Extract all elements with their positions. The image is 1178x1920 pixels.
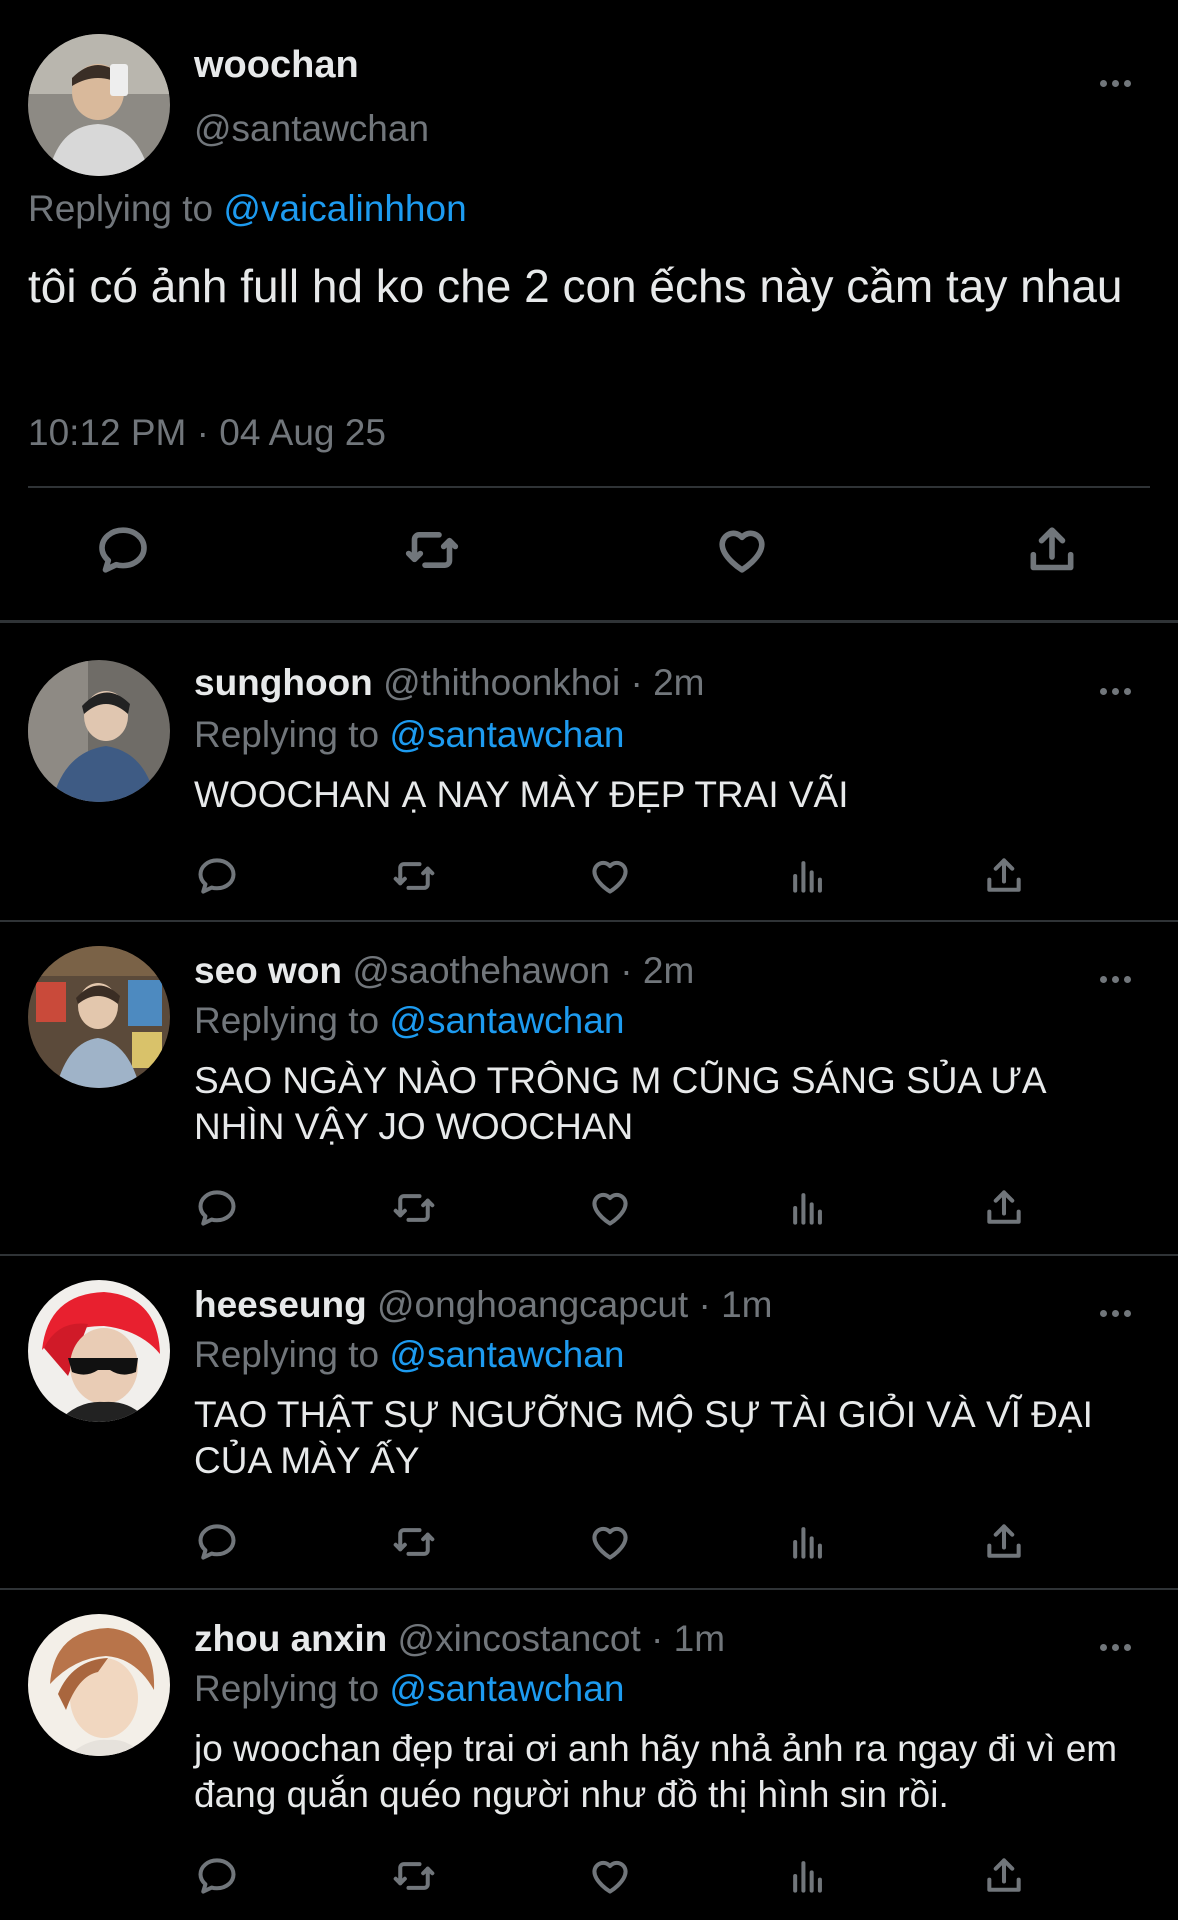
replying-prefix: Replying to bbox=[194, 714, 390, 755]
more-icon[interactable] bbox=[1100, 970, 1136, 988]
reply-tweet[interactable]: seo won @saothehawon · 2m Replying to @s… bbox=[0, 920, 1178, 1256]
like-icon[interactable] bbox=[588, 1520, 632, 1564]
like-icon[interactable] bbox=[714, 522, 770, 578]
retweet-icon[interactable] bbox=[392, 1186, 436, 1230]
views-icon[interactable] bbox=[786, 1186, 830, 1230]
author-handle[interactable]: @santawchan bbox=[194, 108, 429, 150]
reply-time: · 2m bbox=[630, 662, 705, 703]
replying-to: Replying to @santawchan bbox=[194, 1668, 624, 1710]
author-handle[interactable]: @saothehawon bbox=[352, 950, 610, 991]
like-icon[interactable] bbox=[588, 854, 632, 898]
author-handle[interactable]: @xincostancot bbox=[398, 1618, 641, 1659]
replying-to-link[interactable]: @vaicalinhhon bbox=[223, 188, 466, 229]
avatar[interactable] bbox=[28, 1614, 170, 1756]
reply-text: jo woochan đẹp trai ơi anh hãy nhả ảnh r… bbox=[194, 1728, 1118, 1815]
replying-to-link[interactable]: @santawchan bbox=[389, 1668, 624, 1709]
avatar[interactable] bbox=[28, 946, 170, 1088]
reply-tweet[interactable]: sunghoon @thithoonkhoi · 2m Replying to … bbox=[0, 620, 1178, 922]
replying-prefix: Replying to bbox=[194, 1000, 390, 1041]
tweet-timestamp: 10:12 PM · 04 Aug 25 bbox=[28, 412, 386, 453]
avatar[interactable] bbox=[28, 1280, 170, 1422]
reply-tweet[interactable]: heeseung @onghoangcapcut · 1m Replying t… bbox=[0, 1254, 1178, 1590]
reply-time: · 1m bbox=[698, 1284, 773, 1325]
share-icon[interactable] bbox=[982, 854, 1026, 898]
like-icon[interactable] bbox=[588, 1186, 632, 1230]
views-icon[interactable] bbox=[786, 854, 830, 898]
author-name[interactable]: sunghoon bbox=[194, 662, 373, 703]
share-icon[interactable] bbox=[982, 1520, 1026, 1564]
replying-to: Replying to @santawchan bbox=[194, 1000, 624, 1042]
share-icon[interactable] bbox=[982, 1186, 1026, 1230]
avatar[interactable] bbox=[28, 660, 170, 802]
share-icon[interactable] bbox=[1024, 522, 1080, 578]
author-name[interactable]: seo won bbox=[194, 950, 342, 991]
views-icon[interactable] bbox=[786, 1520, 830, 1564]
replying-to-link[interactable]: @santawchan bbox=[389, 714, 624, 755]
reply-icon[interactable] bbox=[195, 1854, 239, 1898]
reply-tweet[interactable]: zhou anxin @xincostancot · 1m Replying t… bbox=[0, 1588, 1178, 1920]
retweet-icon[interactable] bbox=[392, 854, 436, 898]
retweet-icon[interactable] bbox=[404, 522, 460, 578]
author-name[interactable]: woochan bbox=[194, 44, 359, 87]
reply-header: sunghoon @thithoonkhoi · 2m bbox=[194, 662, 704, 704]
reply-icon[interactable] bbox=[195, 1520, 239, 1564]
divider bbox=[28, 486, 1150, 488]
retweet-icon[interactable] bbox=[392, 1854, 436, 1898]
reply-header: heeseung @onghoangcapcut · 1m bbox=[194, 1284, 772, 1326]
reply-text: TAO THẬT SỰ NGƯỠNG MỘ SỰ TÀI GIỎI VÀ VĨ … bbox=[194, 1394, 1093, 1481]
replying-to-link[interactable]: @santawchan bbox=[389, 1000, 624, 1041]
replying-to: Replying to @santawchan bbox=[194, 1334, 624, 1376]
reply-text: WOOCHAN Ạ NAY MÀY ĐẸP TRAI VÃI bbox=[194, 774, 849, 815]
more-icon[interactable] bbox=[1100, 682, 1136, 700]
reply-icon[interactable] bbox=[195, 1186, 239, 1230]
replying-prefix: Replying to bbox=[194, 1668, 390, 1709]
replying-prefix: Replying to bbox=[28, 188, 224, 229]
replying-to: Replying to @vaicalinhhon bbox=[28, 188, 467, 230]
tweet-text: tôi có ảnh full hd ko che 2 con ếchs này… bbox=[28, 260, 1123, 312]
author-name[interactable]: zhou anxin bbox=[194, 1618, 387, 1659]
views-icon[interactable] bbox=[786, 1854, 830, 1898]
more-icon[interactable] bbox=[1100, 1304, 1136, 1322]
reply-icon[interactable] bbox=[95, 522, 151, 578]
share-icon[interactable] bbox=[982, 1854, 1026, 1898]
author-handle[interactable]: @thithoonkhoi bbox=[383, 662, 620, 703]
more-icon[interactable] bbox=[1100, 74, 1136, 92]
replying-to-link[interactable]: @santawchan bbox=[389, 1334, 624, 1375]
more-icon[interactable] bbox=[1100, 1638, 1136, 1656]
reply-header: zhou anxin @xincostancot · 1m bbox=[194, 1618, 725, 1660]
reply-time: · 1m bbox=[651, 1618, 726, 1659]
reply-time: · 2m bbox=[620, 950, 695, 991]
replying-to: Replying to @santawchan bbox=[194, 714, 624, 756]
reply-text: SAO NGÀY NÀO TRÔNG M CŨNG SÁNG SỦA ƯA NH… bbox=[194, 1060, 1045, 1147]
author-handle[interactable]: @onghoangcapcut bbox=[377, 1284, 688, 1325]
reply-header: seo won @saothehawon · 2m bbox=[194, 950, 694, 992]
like-icon[interactable] bbox=[588, 1854, 632, 1898]
reply-icon[interactable] bbox=[195, 854, 239, 898]
author-name[interactable]: heeseung bbox=[194, 1284, 367, 1325]
avatar[interactable] bbox=[28, 34, 170, 176]
main-tweet: woochan @santawchan Replying to @vaicali… bbox=[0, 0, 1178, 623]
retweet-icon[interactable] bbox=[392, 1520, 436, 1564]
replying-prefix: Replying to bbox=[194, 1334, 390, 1375]
